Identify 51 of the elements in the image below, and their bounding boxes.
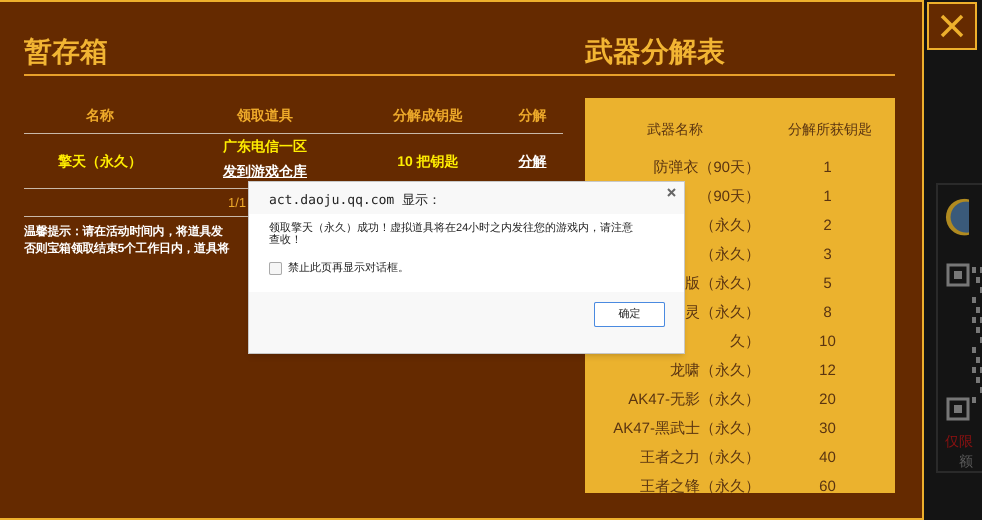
table-cell-text: 王者之锋（永久） (640, 477, 760, 498)
checkbox-label: 禁止此页再显示对话框。 (288, 261, 409, 276)
table-cell-text: 广东电信一区 (223, 137, 307, 156)
table-cell-text: 5 (823, 274, 832, 294)
qr-code-icon (946, 263, 982, 423)
tip-text: 温馨提示：请在活动时间内，将道具发 (24, 223, 223, 240)
table-cell-text: 灵（永久） (685, 303, 760, 324)
table-cell-text: 2 (823, 216, 832, 236)
tip-text: 否则宝箱领取结束5个工作日内，道具将 (24, 240, 230, 257)
table-cell-text: 60 (819, 477, 836, 498)
column-header: 名称 (84, 106, 115, 125)
page-indicator: 1/1 (228, 194, 246, 212)
ok-button[interactable]: 确定 (594, 302, 665, 327)
table-cell-text: 1 (823, 158, 832, 178)
table-cell-text: 8 (823, 303, 832, 324)
table-cell-text: 擎天（永久） (57, 152, 143, 171)
table-cell-text: 久） (730, 332, 760, 352)
table-cell-text: AK47-黑武士（永久） (613, 419, 760, 440)
table-cell-text: 40 (819, 448, 836, 468)
promo-text: 仅限 (945, 432, 973, 451)
close-icon (939, 13, 965, 39)
table-cell-text: 王者之力（永久） (640, 448, 760, 468)
column-header: 武器名称 (646, 120, 704, 139)
panel-title: 暂存箱 (24, 35, 109, 69)
table-cell-text: 版（永久） (685, 274, 760, 294)
table-cell-text: （永久） (700, 216, 760, 236)
send-to-warehouse-link[interactable]: 发到游戏仓库 (223, 161, 307, 182)
table-cell-text: AK47-无影（永久） (628, 390, 760, 410)
table-cell-text: 12 (819, 361, 836, 382)
column-header: 分解所获钥匙 (787, 120, 873, 139)
table-cell-text: 1 (823, 187, 832, 208)
promo-text: 额 (958, 452, 973, 471)
column-header: 分解成钥匙 (392, 106, 464, 125)
column-header: 分解 (517, 106, 548, 125)
decompose-link[interactable]: 分解 (518, 150, 546, 172)
panel-title: 武器分解表 (585, 35, 726, 69)
table-cell-text: 20 (819, 390, 836, 410)
table-cell-text: 防弹衣（90天） (653, 158, 760, 178)
dialog-message: 领取擎天（永久）成功！虚拟道具将在24小时之内发往您的游戏内，请注意查收！ (269, 222, 634, 246)
table-cell-text: 3 (823, 245, 832, 266)
dialog-title: act.daoju.qq.com 显示： (269, 192, 442, 210)
column-header: 领取道具 (236, 106, 294, 125)
close-button[interactable] (927, 2, 977, 50)
table-cell-text: （永久） (700, 245, 760, 266)
table-cell-text: 30 (819, 419, 836, 440)
table-cell-text: （90天） (698, 187, 760, 208)
table-cell-text: 10 (819, 332, 836, 352)
table-cell-text: 龙啸（永久） (670, 361, 760, 382)
close-icon[interactable] (667, 188, 676, 197)
checkbox[interactable] (269, 262, 282, 275)
table-cell-text: 10 把钥匙 (396, 152, 460, 170)
